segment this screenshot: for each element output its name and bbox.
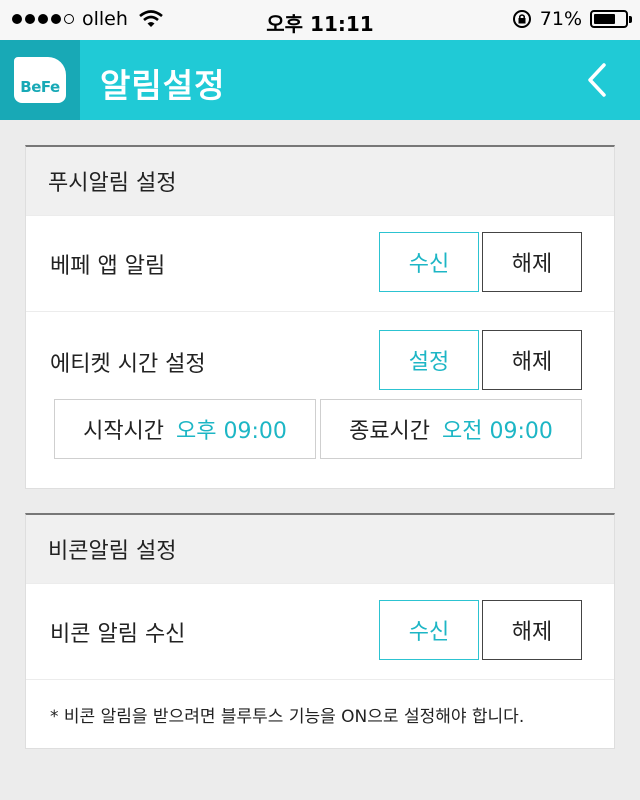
app-alert-row: 베페 앱 알림 수신 해제 [26,215,614,311]
push-section-title: 푸시알림 설정 [26,147,614,215]
beacon-alert-row: 비콘 알림 수신 수신 해제 [26,583,614,679]
time-range-row: 시작시간 오후 09:00 종료시간 오전 09:00 [26,391,614,491]
beacon-alert-label: 비콘 알림 수신 [50,622,186,647]
app-alert-receive-button[interactable]: 수신 [379,232,479,292]
status-right: 71% [512,8,632,30]
etiquette-row: 에티켓 시간 설정 설정 해제 [26,311,614,391]
push-settings-card: 푸시알림 설정 베페 앱 알림 수신 해제 에티켓 시간 설정 설정 해제 시작… [25,145,615,489]
end-time-selector[interactable]: 종료시간 오전 09:00 [320,399,582,459]
logo-area[interactable]: BeFe [0,40,80,120]
beacon-section-title: 비콘알림 설정 [26,515,614,583]
app-header: BeFe 알림설정 [0,40,640,120]
app-alert-label: 베페 앱 알림 [50,254,166,279]
back-button[interactable] [582,62,612,98]
etiquette-disable-button[interactable]: 해제 [482,330,582,390]
end-time-label: 종료시간 [349,419,431,444]
beacon-disable-button[interactable]: 해제 [482,600,582,660]
battery-percent: 71% [539,8,582,30]
chevron-left-icon [588,63,606,97]
etiquette-set-button[interactable]: 설정 [379,330,479,390]
beacon-settings-card: 비콘알림 설정 비콘 알림 수신 수신 해제 * 비콘 알림을 받으려면 블루투… [25,513,615,749]
end-time-value: 오전 09:00 [442,419,553,444]
status-bar: olleh 오후 11:11 71% [0,0,640,40]
start-time-label: 시작시간 [83,419,165,444]
start-time-selector[interactable]: 시작시간 오후 09:00 [54,399,316,459]
logo-text: BeFe [20,78,60,96]
bluetooth-note: * 비콘 알림을 받으려면 블루투스 기능을 ON으로 설정해야 합니다. [26,679,614,749]
rotation-lock-icon [512,10,531,28]
battery-icon [590,10,632,28]
beacon-receive-button[interactable]: 수신 [379,600,479,660]
app-alert-disable-button[interactable]: 해제 [482,232,582,292]
start-time-value: 오후 09:00 [176,419,287,444]
befe-logo: BeFe [14,57,66,103]
battery-fill [594,14,616,24]
page-title: 알림설정 [100,66,226,105]
